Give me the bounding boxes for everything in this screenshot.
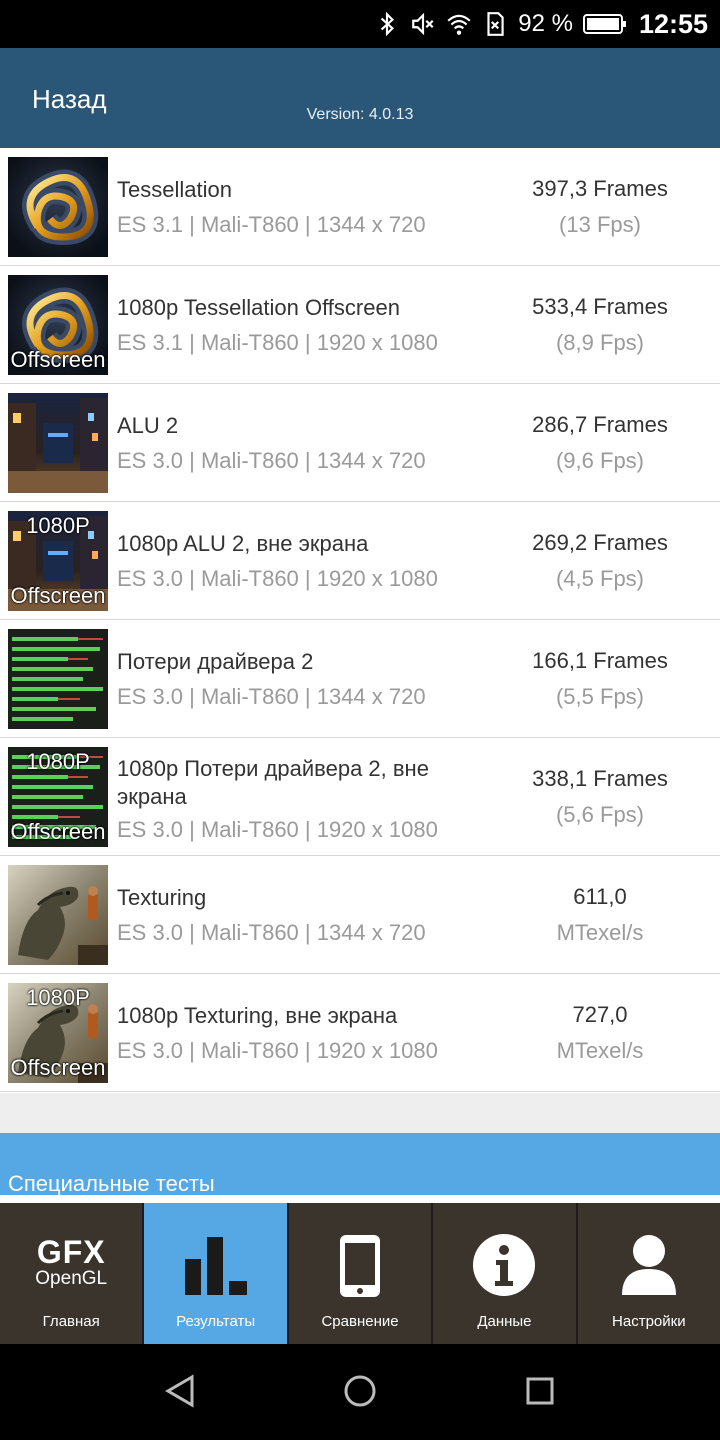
test-thumbnail-image: 1080P Offscreen — [8, 983, 108, 1083]
test-score-unit: (4,5 Fps) — [555, 566, 645, 591]
test-score: 727,0 — [572, 1002, 628, 1027]
thumb-bottom-label: Offscreen — [10, 347, 106, 372]
test-score-unit: (9,6 Fps) — [555, 448, 645, 473]
result-row[interactable]: Tessellation ES 3.1 | Mali-T860 | 1344 x … — [0, 148, 720, 266]
test-thumbnail-image — [8, 865, 108, 965]
test-config: ES 3.0 | Mali-T860 | 1344 x 720 — [117, 448, 426, 473]
test-title: 1080p Texturing, вне экрана — [117, 1003, 398, 1028]
tab-home[interactable]: GFX OpenGL Главная — [0, 1203, 143, 1344]
test-thumbnail-image — [8, 393, 108, 493]
section-divider — [0, 1195, 720, 1203]
bluetooth-icon — [381, 11, 395, 37]
test-config: ES 3.0 | Mali-T860 | 1344 x 720 — [117, 684, 426, 709]
battery-icon — [582, 14, 626, 34]
test-config: ES 3.1 | Mali-T860 | 1344 x 720 — [117, 212, 426, 237]
mute-icon — [412, 12, 434, 36]
system-nav-bar — [0, 1344, 720, 1440]
test-score: 611,0 — [573, 884, 627, 909]
tab-results-label: Результаты — [176, 1313, 256, 1330]
result-row[interactable]: 1080P Offscreen 1080p ALU 2, вне экрана ES … — [0, 502, 720, 620]
recents-square-icon[interactable] — [525, 1374, 555, 1408]
thumb-top-label: 1080P — [26, 749, 90, 774]
result-row[interactable]: 1080P Offscreen 1080p Texturing, вне экран… — [0, 974, 720, 1092]
tab-settings-label: Настройки — [612, 1313, 686, 1330]
logo-opengl-text: OpenGL — [35, 1268, 108, 1289]
user-icon — [621, 1235, 676, 1295]
result-row[interactable]: Texturing ES 3.0 | Mali-T860 | 1344 x 720… — [0, 856, 720, 974]
tab-home-label: Главная — [42, 1313, 100, 1330]
test-score: 166,1 Frames — [532, 648, 668, 673]
test-thumbnail-image — [8, 157, 108, 257]
test-score: 533,4 Frames — [532, 294, 668, 319]
bottom-tab-bar: GFX OpenGL Главная Результаты Сравнение … — [0, 1203, 720, 1344]
tab-data-label: Данные — [477, 1313, 532, 1330]
info-icon — [473, 1234, 536, 1296]
thumb-bottom-label: Offscreen — [10, 819, 106, 844]
test-thumbnail-image: 1080P Offscreen — [8, 511, 108, 611]
test-title: Texturing — [117, 885, 207, 910]
results-list: Tessellation ES 3.1 | Mali-T860 | 1344 x … — [0, 148, 720, 1092]
test-score-unit: MTexel/s — [556, 920, 644, 945]
test-score-unit: (5,6 Fps) — [555, 802, 645, 827]
battery-percent: 92 % — [518, 10, 573, 37]
tab-settings[interactable]: Настройки — [577, 1203, 720, 1344]
tab-data[interactable]: Данные — [433, 1203, 576, 1344]
test-thumbnail-image — [8, 629, 108, 729]
result-row[interactable]: ALU 2 ES 3.0 | Mali-T860 | 1344 x 720 286,… — [0, 384, 720, 502]
test-score: 286,7 Frames — [532, 412, 668, 437]
test-score-unit: (13 Fps) — [559, 212, 641, 237]
test-score: 338,1 Frames — [532, 766, 668, 791]
version-label: Version: 4.0.13 — [306, 106, 414, 123]
test-title: Tessellation — [117, 177, 232, 202]
test-score-unit: (5,5 Fps) — [555, 684, 645, 709]
test-score-unit: MTexel/s — [556, 1038, 644, 1063]
app-header: Назад Version: 4.0.13 — [0, 48, 720, 148]
test-title: 1080p ALU 2, вне экрана — [117, 531, 369, 556]
test-title: ALU 2 — [117, 413, 179, 438]
test-thumbnail-image: Offscreen — [8, 275, 108, 375]
thumb-bottom-label: Offscreen — [10, 1055, 106, 1080]
test-score: 269,2 Frames — [532, 530, 668, 555]
no-sim-icon — [487, 12, 504, 36]
section-header[interactable]: Специальные тесты — [0, 1133, 720, 1196]
tab-compare[interactable]: Сравнение — [288, 1203, 432, 1344]
test-thumbnail-image: 1080P Offscreen — [8, 747, 108, 847]
logo-gfx-text: GFX — [36, 1234, 106, 1270]
list-spacer — [0, 1093, 720, 1133]
result-row[interactable]: Offscreen 1080p Tessellation Offscreen ES … — [0, 266, 720, 384]
result-row[interactable]: 1080P Offscreen 1080p Потери драйвера 2, в… — [0, 738, 720, 856]
test-config: ES 3.0 | Mali-T860 | 1920 x 1080 — [117, 566, 438, 591]
thumb-top-label: 1080P — [26, 513, 90, 538]
test-title: 1080p Tessellation Offscreen — [117, 295, 400, 320]
test-score: 397,3 Frames — [532, 176, 668, 201]
tab-compare-label: Сравнение — [321, 1313, 399, 1330]
thumb-bottom-label: Offscreen — [10, 583, 106, 608]
clock: 12:55 — [638, 8, 708, 39]
back-triangle-icon[interactable] — [164, 1374, 196, 1408]
result-row[interactable]: Потери драйвера 2 ES 3.0 | Mali-T860 | 13… — [0, 620, 720, 738]
bar-chart-icon — [184, 1237, 247, 1295]
test-config: ES 3.0 | Mali-T860 | 1344 x 720 — [117, 920, 426, 945]
test-config: ES 3.0 | Mali-T860 | 1920 x 1080 — [117, 1038, 438, 1063]
phone-icon — [340, 1235, 381, 1297]
status-bar: 92 % 12:55 — [0, 0, 720, 48]
wifi-icon — [447, 14, 471, 35]
tab-results[interactable]: Результаты — [144, 1203, 287, 1344]
test-title: Потери драйвера 2 — [117, 649, 314, 674]
gfx-opengl-logo-icon: GFX OpenGL — [0, 1236, 142, 1290]
thumb-top-label: 1080P — [26, 985, 90, 1010]
status-icons: 92 % 12:55 — [374, 0, 708, 48]
test-score-unit: (8,9 Fps) — [555, 330, 645, 355]
test-config: ES 3.0 | Mali-T860 | 1920 x 1080 — [117, 817, 438, 842]
test-title: 1080p Потери драйвера 2, вне экрана — [117, 756, 429, 809]
home-circle-icon[interactable] — [343, 1374, 377, 1408]
section-title: Специальные тесты — [8, 1171, 215, 1196]
test-config: ES 3.1 | Mali-T860 | 1920 x 1080 — [117, 330, 438, 355]
